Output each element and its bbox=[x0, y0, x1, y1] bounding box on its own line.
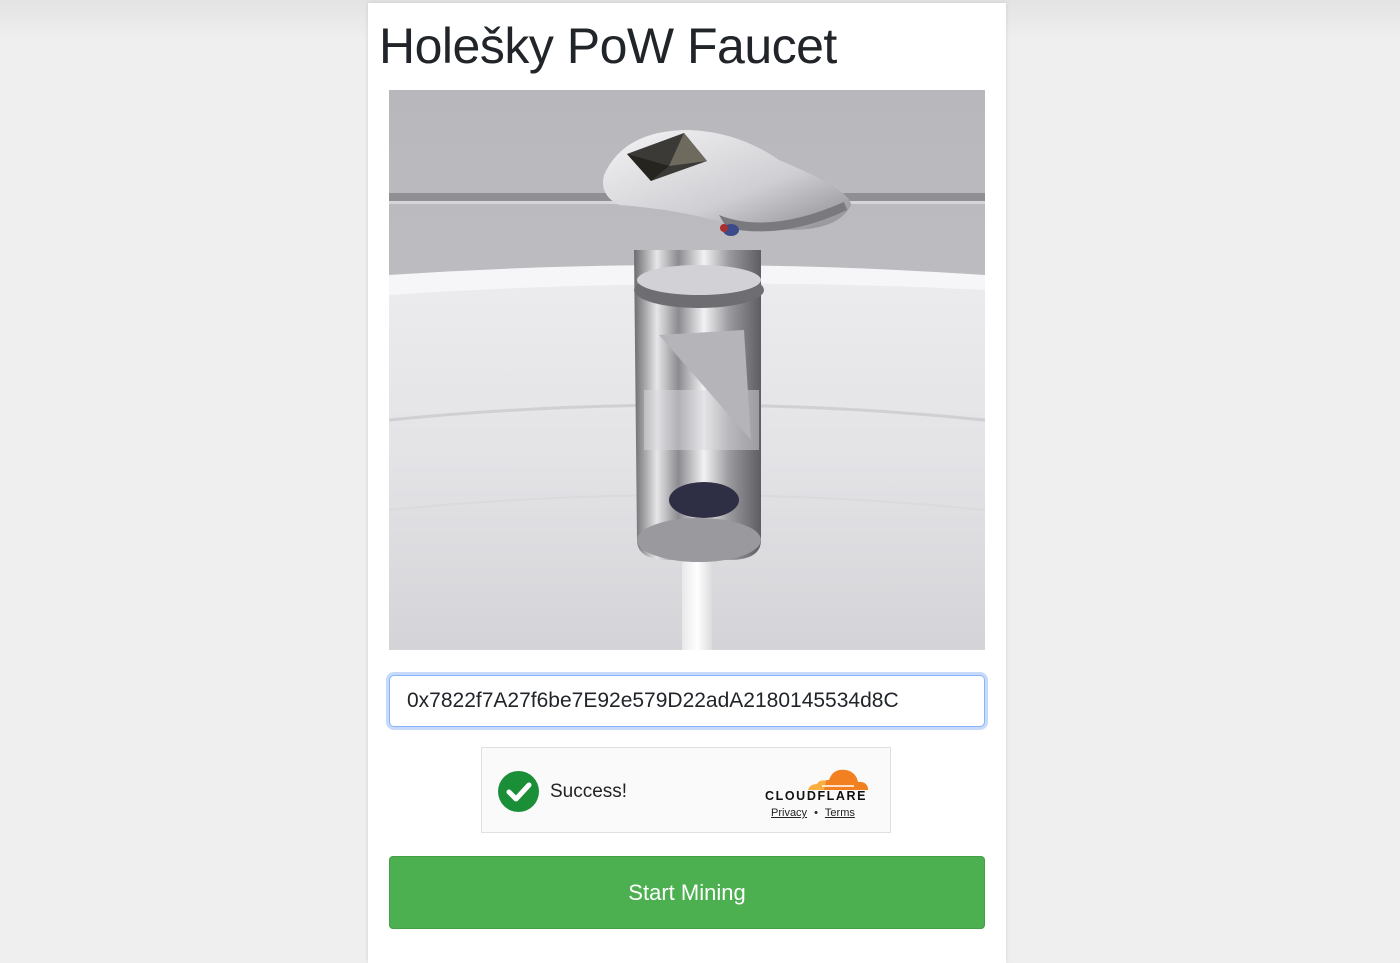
cloudflare-brand: CLOUDFLARE bbox=[765, 789, 868, 803]
ethereum-faucet-image bbox=[389, 90, 985, 650]
cloudflare-links: Privacy • Terms bbox=[771, 807, 855, 819]
terms-link[interactable]: Terms bbox=[825, 807, 855, 819]
link-separator: • bbox=[814, 807, 818, 819]
cloudflare-turnstile-widget[interactable]: Success! CLOUDFLARE Privacy • Terms bbox=[481, 747, 891, 833]
wallet-address-input[interactable] bbox=[389, 675, 985, 727]
privacy-link[interactable]: Privacy bbox=[771, 807, 807, 819]
captcha-status: Success! bbox=[550, 781, 628, 802]
page-title: Holešky PoW Faucet bbox=[379, 18, 837, 74]
check-circle-icon bbox=[498, 771, 539, 812]
start-mining-button[interactable]: Start Mining bbox=[389, 856, 985, 929]
faucet-card: Holešky PoW Faucet 0x7822f7A27f6be7E92e5… bbox=[368, 3, 1006, 963]
faucet-image bbox=[389, 90, 985, 650]
